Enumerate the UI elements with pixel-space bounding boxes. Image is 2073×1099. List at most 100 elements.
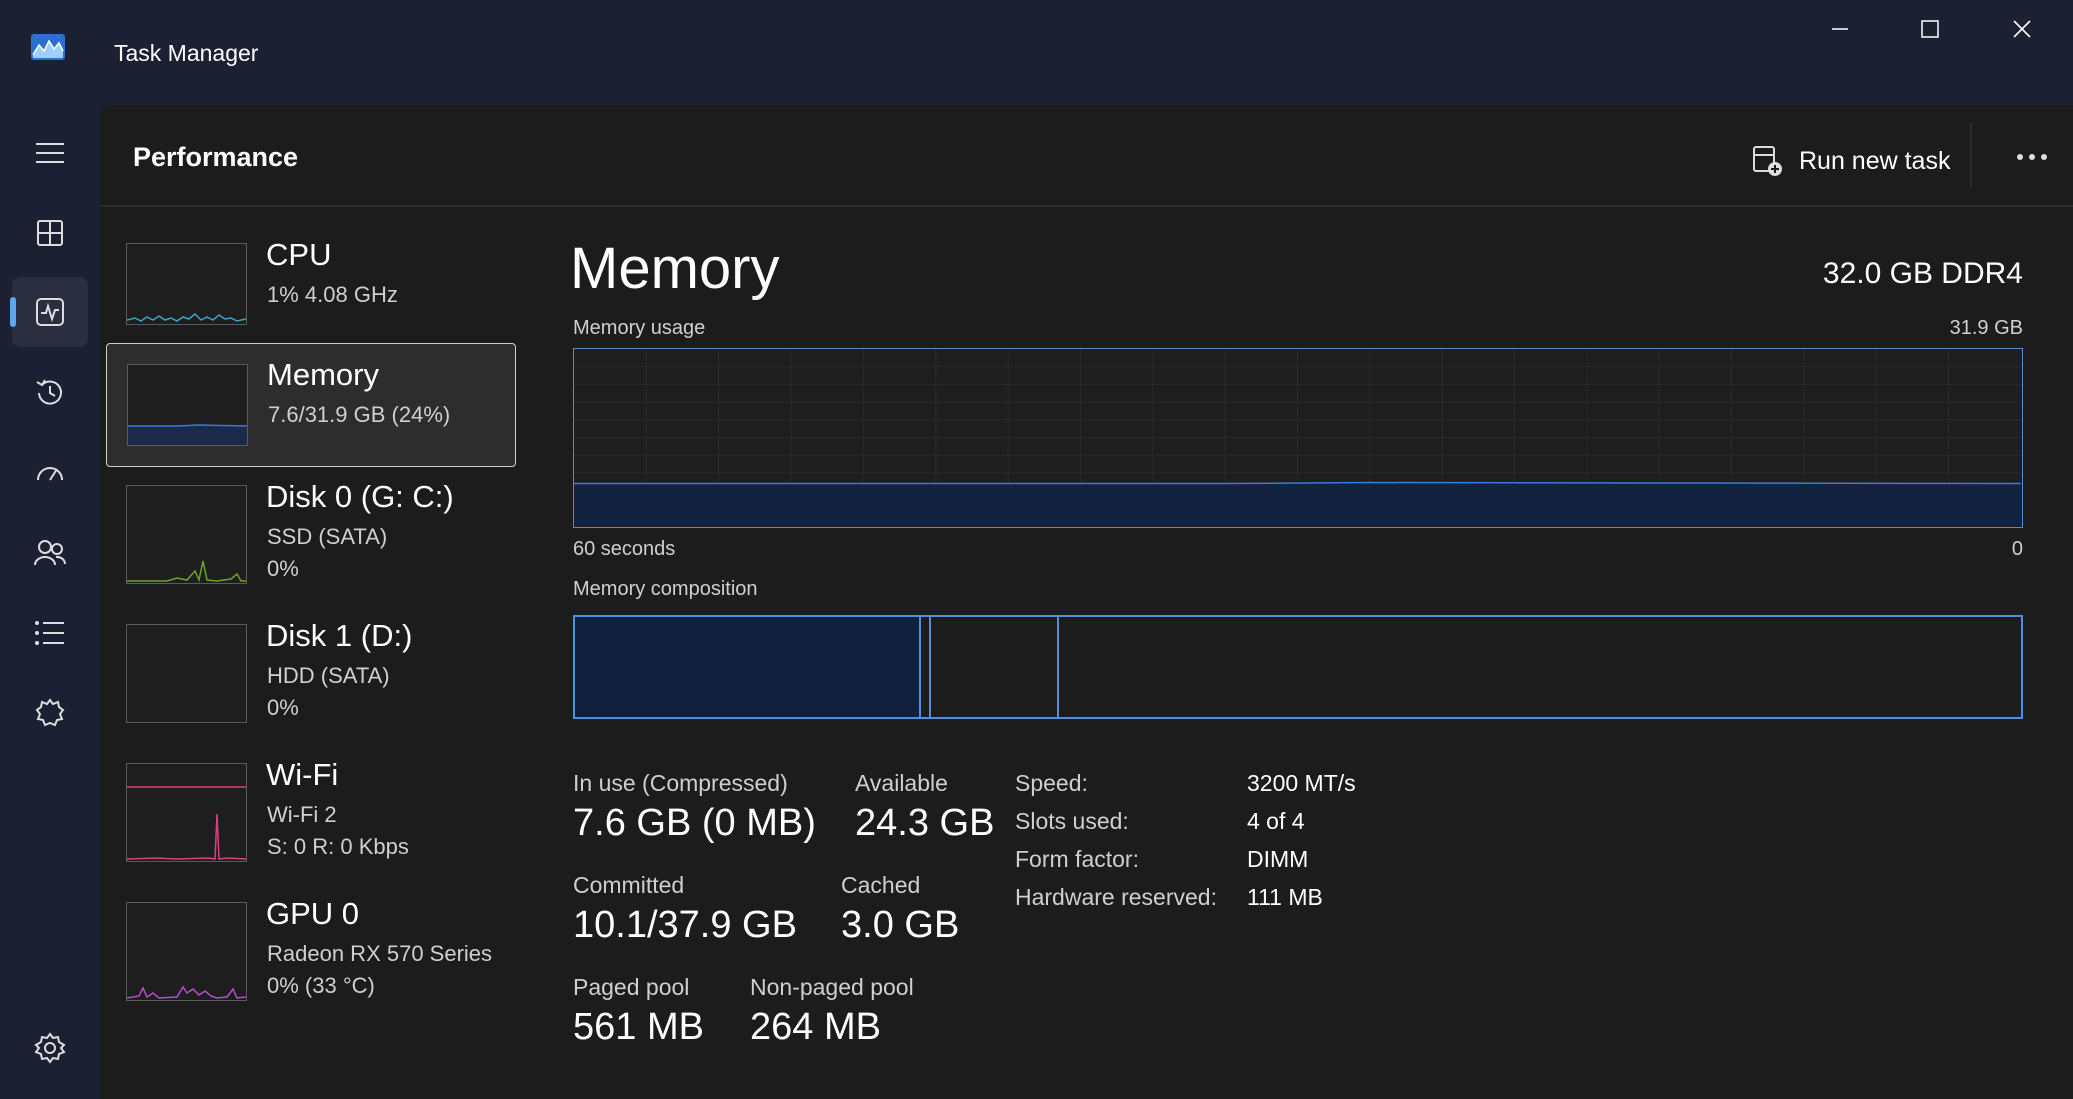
memory-composition-bar [573,615,2023,719]
composition-standby [931,617,1059,717]
task-manager-app-icon [31,34,65,60]
in-use-label: In use (Compressed) [573,770,788,796]
available-label: Available [855,770,948,796]
non-paged-pool-value: 264 MB [750,1006,881,1048]
tile-name: Disk 0 (G: C:) [266,479,454,514]
resource-tile-disk-1[interactable]: Disk 1 (D:) HDD (SATA) 0% [106,610,514,732]
disk0-thumbnail-graph [126,485,247,584]
hardware-reserved-value: 111 MB [1247,884,1323,910]
tile-name: Memory [267,357,379,392]
nav-performance-button[interactable] [12,277,88,347]
details-icon [35,621,64,645]
tile-name: Wi-Fi [266,757,339,792]
slots-used-label: Slots used: [1015,808,1129,834]
hamburger-icon [36,143,64,163]
speed-value: 3200 MT/s [1247,770,1356,796]
hardware-reserved-label: Hardware reserved: [1015,884,1217,910]
active-nav-indicator [10,297,16,327]
tile-name: GPU 0 [266,896,360,931]
tile-detail: 1% 4.08 GHz [267,282,398,307]
nav-hamburger-button[interactable] [12,118,88,188]
services-icon [35,698,65,727]
detail-title: Memory [570,236,780,301]
main-content: Performance Run new task CPU 1% 4.08 GHz… [100,105,2073,1099]
minimize-icon [1832,28,1848,30]
startup-apps-icon [37,467,63,481]
nav-startup-apps-button[interactable] [12,438,88,508]
app-title: Task Manager [114,40,259,66]
more-options-icon [2017,154,2047,160]
tile-name: Disk 1 (D:) [266,618,413,653]
header-separator [1970,123,1972,187]
maximize-button[interactable] [1884,0,1976,58]
close-button[interactable] [1976,0,2068,58]
gpu-thumbnail-graph [126,902,247,1001]
tile-detail: SSD (SATA) [267,524,388,549]
committed-value: 10.1/37.9 GB [573,904,797,946]
slots-used-value: 4 of 4 [1247,808,1305,834]
memory-thumbnail-graph [127,364,248,446]
committed-label: Committed [573,872,685,898]
tile-detail: HDD (SATA) [267,663,390,688]
run-new-task-button[interactable]: Run new task [1743,135,1958,187]
cached-value: 3.0 GB [841,904,960,946]
graph-time-end: 0 [2011,538,2023,560]
paged-pool-value: 561 MB [573,1006,704,1048]
tile-detail-secondary: 0% [267,556,299,581]
nav-settings-button[interactable] [12,1013,88,1083]
close-icon [2013,20,2031,38]
paged-pool-label: Paged pool [573,974,690,1000]
form-factor-label: Form factor: [1015,846,1139,872]
resource-tile-gpu-0[interactable]: GPU 0 Radeon RX 570 Series 0% (33 °C) [106,888,514,1010]
more-options-button[interactable] [2000,129,2064,185]
nav-services-button[interactable] [12,678,88,748]
wifi-thumbnail-graph [126,763,247,862]
navigation-rail [0,105,100,1099]
tile-detail: 7.6/31.9 GB (24%) [268,402,451,427]
performance-icon [36,298,64,326]
tile-detail-secondary: 0% (33 °C) [267,973,375,998]
memory-usage-chart [574,349,2022,526]
memory-usage-fill [574,483,2021,526]
disk1-thumbnail-graph [126,624,247,723]
cpu-thumbnail-graph [126,243,247,325]
tile-detail: Wi-Fi 2 [267,802,337,827]
task-manager-window: Task Manager Performance Run new task CP… [0,0,2073,1099]
page-header: Performance Run new task [100,105,2073,207]
resource-tile-wifi[interactable]: Wi-Fi Wi-Fi 2 S: 0 R: 0 Kbps [106,749,514,871]
graph-time-span: 60 seconds [573,538,676,560]
speed-label: Speed: [1015,770,1088,796]
tile-name: CPU [266,237,332,272]
users-icon [34,540,67,566]
cached-label: Cached [841,872,921,898]
resource-tile-cpu[interactable]: CPU 1% 4.08 GHz [106,229,514,351]
tile-detail-secondary: 0% [267,695,299,720]
memory-composition-label: Memory composition [573,578,758,600]
composition-modified [923,617,931,717]
run-new-task-icon [1753,146,1782,176]
minimize-button[interactable] [1794,0,1886,58]
non-paged-pool-label: Non-paged pool [750,974,914,1000]
form-factor-value: DIMM [1247,846,1309,872]
tile-detail-secondary: S: 0 R: 0 Kbps [267,834,409,859]
memory-usage-label: Memory usage [573,317,706,339]
resource-tile-disk-0[interactable]: Disk 0 (G: C:) SSD (SATA) 0% [106,471,514,593]
run-new-task-label: Run new task [1799,146,1951,175]
title-bar: Task Manager [0,0,2073,105]
page-title: Performance [133,142,299,172]
available-value: 24.3 GB [855,802,995,844]
composition-free [1059,617,2021,717]
tile-detail: Radeon RX 570 Series [267,941,493,966]
maximize-icon [1921,20,1939,38]
memory-usage-max: 31.9 GB [1949,317,2023,339]
app-history-icon [36,379,62,405]
composition-in-use [575,617,921,717]
nav-users-button[interactable] [12,518,88,588]
in-use-value: 7.6 GB (0 MB) [573,802,816,844]
memory-usage-graph [573,348,2023,528]
processes-icon [37,220,63,246]
nav-app-history-button[interactable] [12,358,88,428]
resource-tile-memory[interactable]: Memory 7.6/31.9 GB (24%) [106,343,516,467]
nav-processes-button[interactable] [12,198,88,268]
nav-details-button[interactable] [12,598,88,668]
